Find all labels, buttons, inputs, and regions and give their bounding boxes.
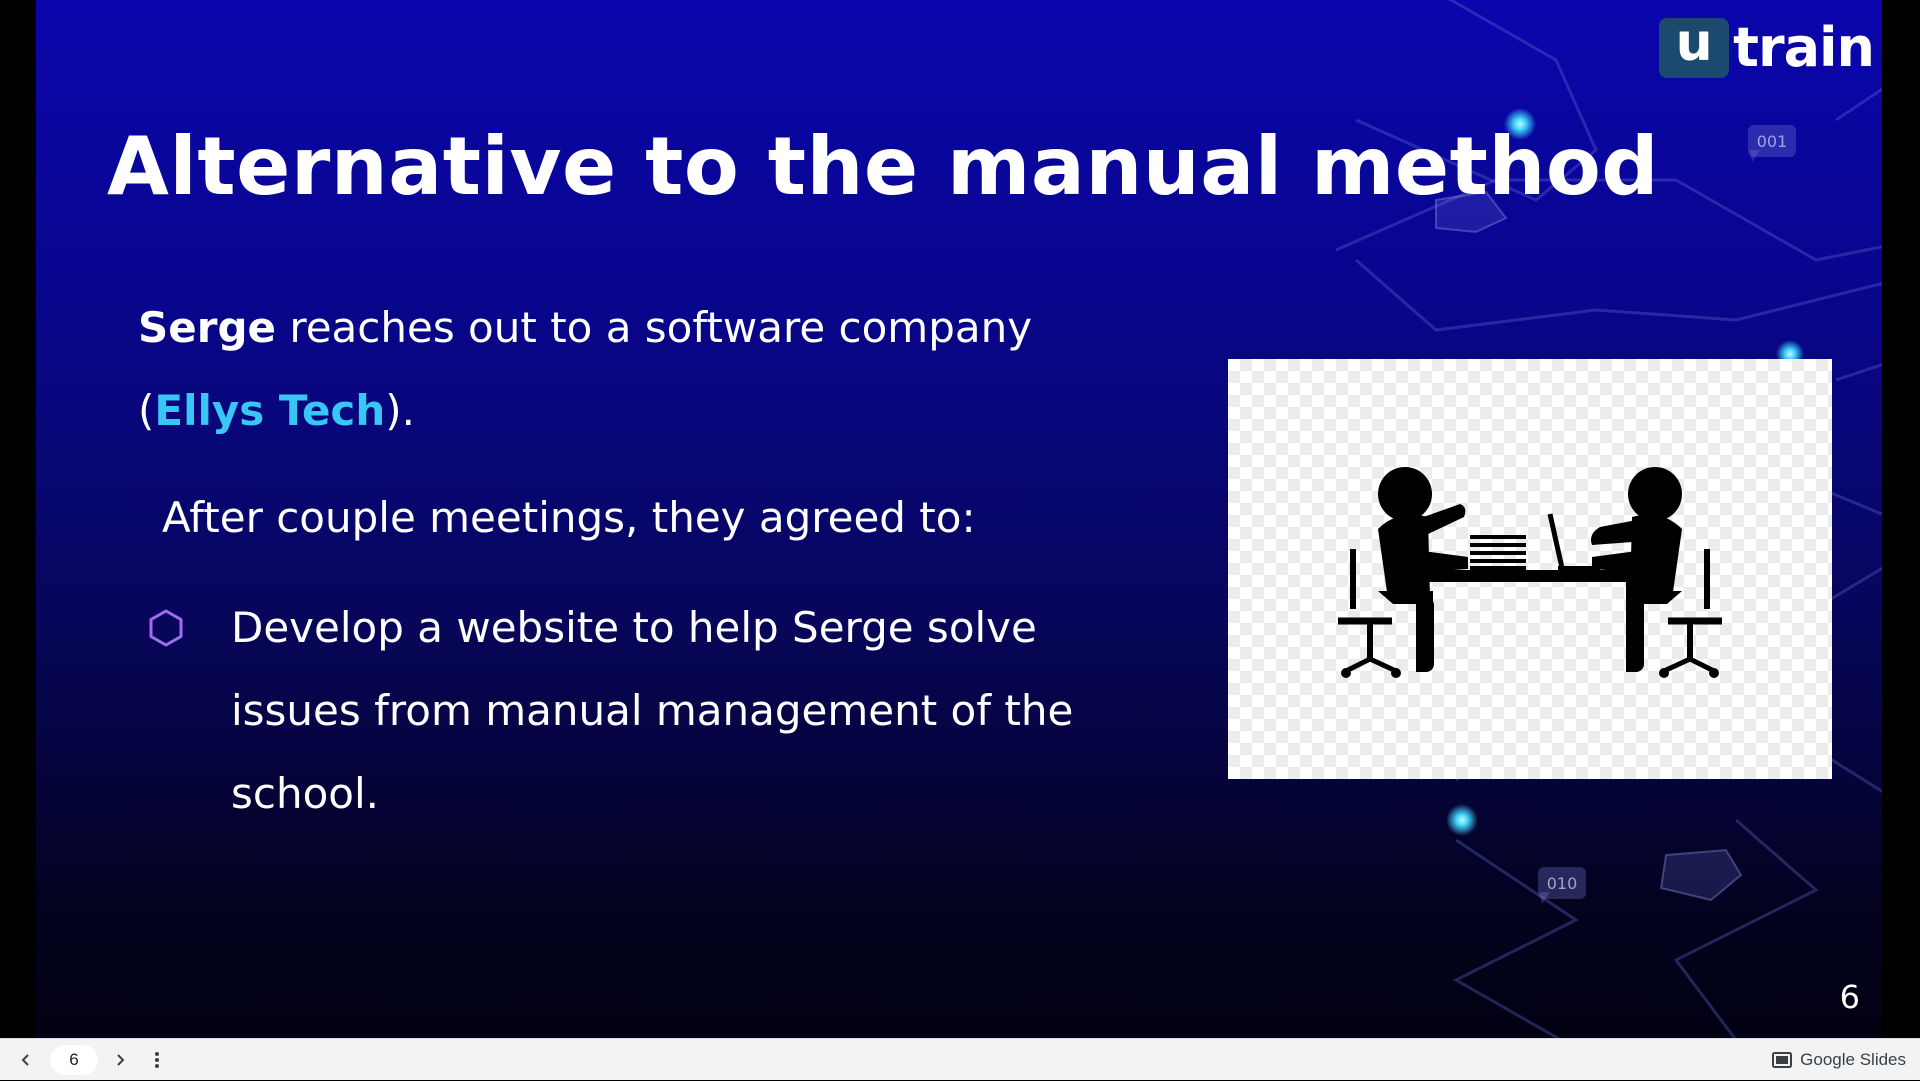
meeting-image <box>1228 359 1832 779</box>
more-vert-icon <box>155 1052 159 1068</box>
paren-close: ). <box>385 386 415 435</box>
slide-number: 6 <box>1839 978 1860 1016</box>
intro-paragraph: Serge reaches out to a software company (… <box>138 286 1138 452</box>
next-slide-button[interactable] <box>108 1048 132 1072</box>
previous-slide-button[interactable] <box>14 1048 38 1072</box>
chevron-right-icon <box>117 1054 125 1066</box>
slide-page-input[interactable] <box>50 1045 98 1075</box>
intro-text: reaches out to a software company <box>276 303 1033 352</box>
agreement-paragraph: After couple meetings, they agreed to: <box>162 493 976 542</box>
brand-label: Google Slides <box>1800 1050 1906 1069</box>
logo-wordmark: train <box>1733 16 1875 79</box>
slide-title: Alternative to the manual method <box>107 120 1660 213</box>
more-options-button[interactable] <box>145 1048 169 1072</box>
chevron-left-icon <box>21 1054 29 1066</box>
presentation-toolbar: Google Slides <box>0 1038 1920 1080</box>
utrain-logo: u train <box>1659 16 1875 79</box>
hexagon-bullet-icon <box>149 609 183 647</box>
slide: 001 010 u train Alternative to the manua… <box>36 0 1882 1038</box>
name-serge: Serge <box>138 303 276 352</box>
bullet-item: Develop a website to help Serge solve is… <box>231 603 1074 818</box>
google-slides-brand[interactable]: Google Slides <box>1772 1039 1906 1081</box>
company-name: Ellys Tech <box>154 386 386 435</box>
meeting-illustration <box>1338 467 1722 678</box>
paren-open: ( <box>138 386 155 435</box>
deco-code-010: 010 <box>1547 874 1578 893</box>
logo-mark: u <box>1659 17 1730 78</box>
deco-code-001: 001 <box>1757 132 1788 151</box>
slides-icon <box>1772 1052 1793 1068</box>
